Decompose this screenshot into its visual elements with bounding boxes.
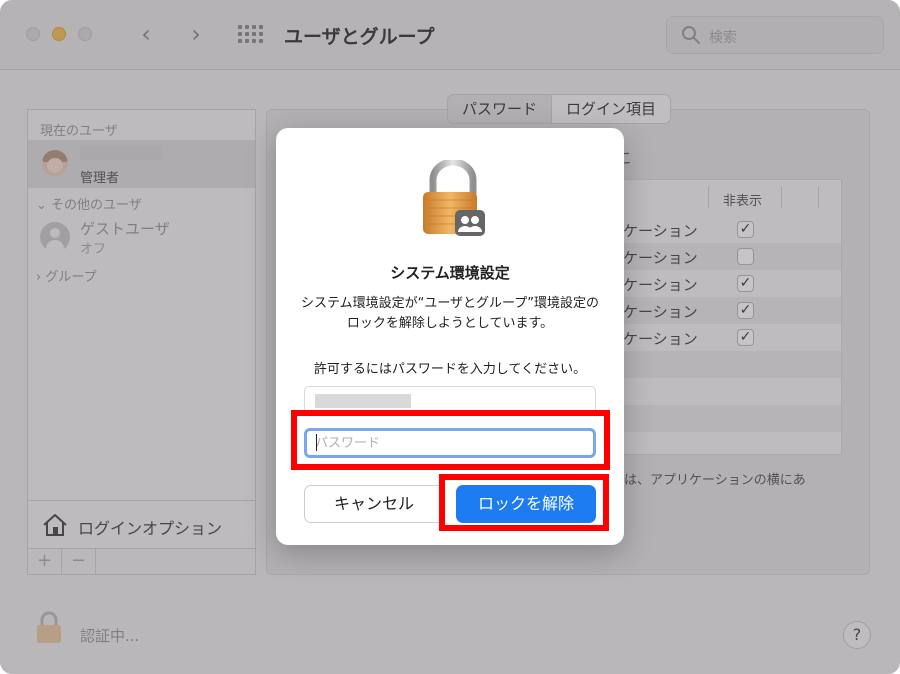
dialog-prompt: 許可するにはパスワードを入力してください。 bbox=[313, 362, 587, 377]
password-highlight-box bbox=[291, 410, 610, 470]
dialog-title: システム環境設定 bbox=[390, 264, 510, 282]
lock-icon bbox=[423, 160, 485, 236]
cancel-button[interactable]: キャンセル bbox=[304, 485, 444, 523]
unlock-highlight-box bbox=[439, 474, 609, 531]
redacted-username bbox=[315, 394, 411, 408]
preferences-window: ‹ › ユーザとグループ 検索 現在のユーザ 管理者 ⌄ その他のユーザ ゲスト… bbox=[0, 0, 900, 674]
dialog-message: システム環境設定が“ユーザとグループ”環境設定のロックを解除しようとしています。 bbox=[300, 296, 600, 331]
